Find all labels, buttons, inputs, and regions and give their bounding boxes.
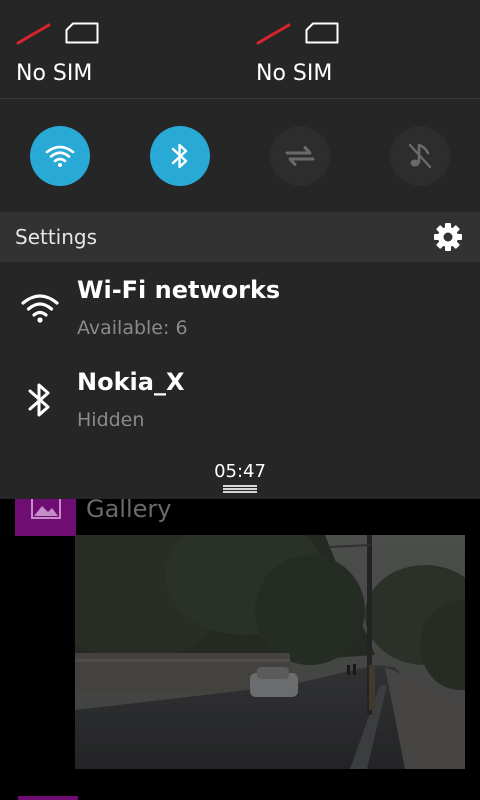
mobile-data-toggle[interactable] (270, 126, 330, 186)
sound-toggle[interactable] (390, 126, 450, 186)
shade-drag-handle[interactable] (223, 485, 257, 494)
bluetooth-icon (28, 383, 50, 417)
muted-note-icon (408, 143, 432, 169)
wifi-networks-title: Wi-Fi networks (77, 276, 281, 304)
sim-slot-1: No SIM (16, 20, 216, 90)
next-tile-edge (18, 796, 78, 800)
gallery-photo[interactable] (75, 535, 465, 769)
data-transfer-icon (285, 146, 315, 166)
sim-status-row: No SIM No SIM (0, 0, 480, 99)
quick-toggles (0, 100, 480, 212)
notification-shade: No SIM No SIM Settings Wi-Fi networks Av… (0, 0, 480, 499)
sim-slot-2: No SIM (256, 20, 456, 90)
gallery-tile[interactable] (15, 499, 76, 536)
settings-title: Settings (15, 225, 98, 249)
bluetooth-toggle[interactable] (150, 126, 210, 186)
wifi-available-count: Available: 6 (77, 317, 188, 339)
image-icon (31, 499, 61, 519)
sim-card-icon (65, 22, 99, 44)
settings-bar[interactable]: Settings (0, 212, 480, 262)
bluetooth-visibility: Hidden (77, 409, 145, 431)
sim-status-label: No SIM (256, 61, 333, 86)
no-signal-icon (16, 23, 51, 45)
gear-icon[interactable] (433, 222, 463, 252)
bluetooth-icon (171, 143, 188, 169)
no-signal-icon (256, 23, 291, 45)
sim-status-label: No SIM (16, 61, 93, 86)
gallery-label: Gallery (86, 499, 172, 523)
clock: 05:47 (214, 461, 266, 482)
sim-card-icon (305, 22, 339, 44)
bluetooth-device-item[interactable]: Nokia_X Hidden (0, 354, 480, 446)
gallery-app: Gallery (0, 499, 480, 800)
wifi-icon (21, 294, 59, 323)
wifi-networks-item[interactable]: Wi-Fi networks Available: 6 (0, 262, 480, 354)
wifi-toggle[interactable] (30, 126, 90, 186)
bluetooth-device-name: Nokia_X (77, 368, 185, 396)
wifi-icon (45, 145, 75, 167)
